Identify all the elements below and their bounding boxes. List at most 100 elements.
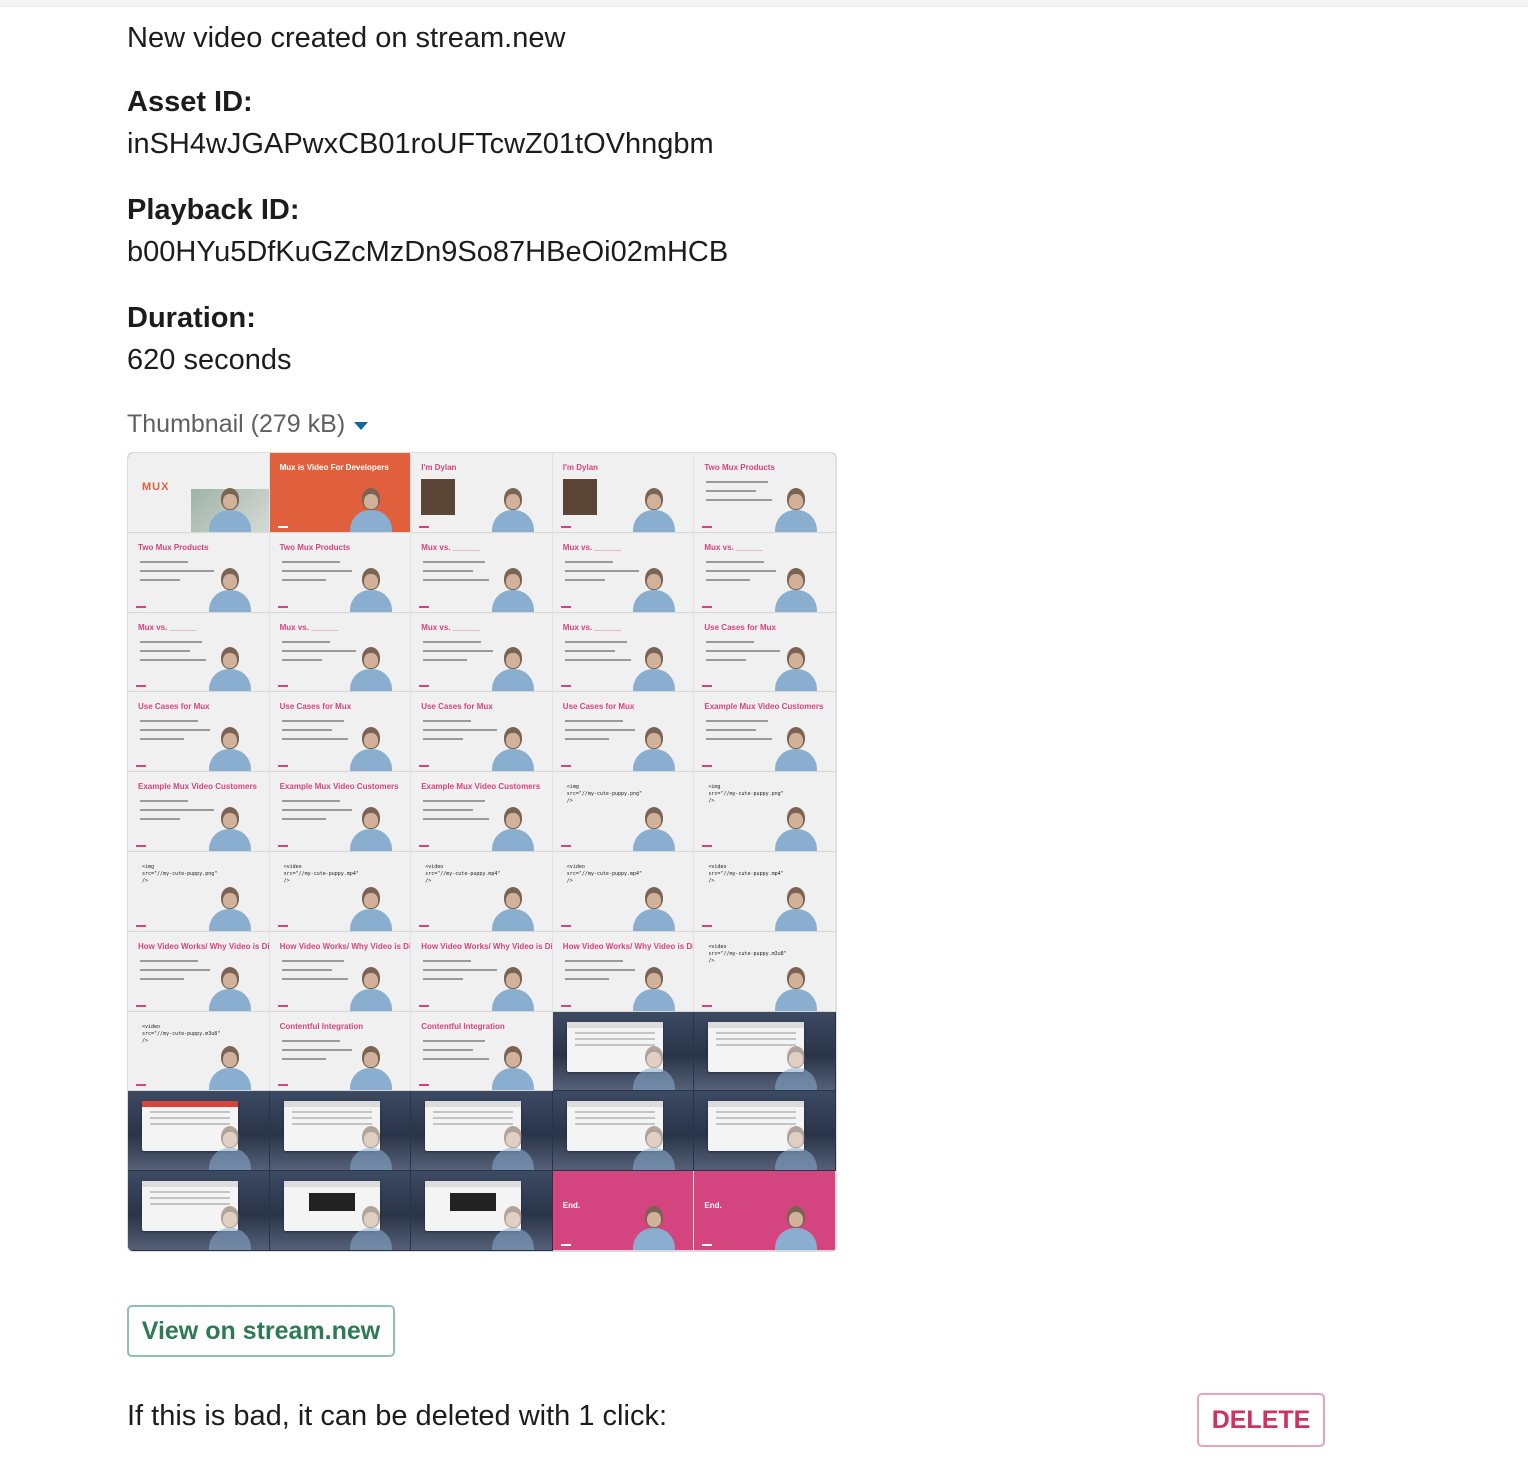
mux-footer-mark [560, 685, 571, 688]
presenter-figure [631, 963, 677, 1011]
thumbnail-frame: Mux vs. ______ [269, 612, 412, 693]
bullet-line [140, 809, 214, 812]
mux-footer-mark [277, 924, 288, 927]
frame-title: How Video Works/ Why Video is Difficult [279, 941, 412, 951]
mux-footer-mark [277, 1084, 288, 1087]
mux-footer-mark [419, 924, 430, 927]
bullet-line [140, 959, 198, 962]
presenter-figure [207, 643, 253, 692]
presenter-figure [207, 883, 253, 931]
thumbnail-label: Thumbnail (279 kB) [127, 409, 346, 438]
bullet-line [706, 720, 769, 723]
bullet-line [140, 569, 214, 572]
thumbnail-frame [552, 1091, 695, 1172]
presenter-figure [631, 1202, 677, 1251]
bullet-line [706, 499, 773, 501]
mux-logo: MUX [142, 481, 170, 493]
presenter-figure [207, 564, 253, 612]
thumbnail-frame: Mux vs. ______ [552, 612, 695, 693]
thumbnail-frame: Example Mux Video Customers [128, 772, 270, 852]
mux-footer-mark [419, 845, 430, 847]
caret-down-icon[interactable] [354, 422, 369, 430]
thumbnail-frame [694, 1091, 836, 1172]
bullet-line [423, 809, 474, 812]
presenter-figure [631, 883, 677, 931]
bullet-line [281, 809, 352, 812]
thumbnail-frame: Mux vs. ______ [552, 532, 695, 613]
mux-footer-mark [136, 605, 146, 608]
thumbnail-frame: How Video Works/ Why Video is Difficult [411, 931, 553, 1012]
thumbnail-frame [411, 1171, 553, 1251]
presenter-figure [490, 484, 536, 532]
frame-title: Mux is Video For Developers [279, 463, 389, 472]
bullet-line [564, 578, 605, 581]
thumbnail-frame: Mux vs. ______ [411, 532, 553, 613]
thumbnail-frame: Two Mux Products [694, 453, 836, 533]
mux-footer-mark [419, 1004, 430, 1007]
presenter-figure [348, 643, 394, 692]
bullet-line [281, 1039, 340, 1042]
presenter-figure [631, 484, 677, 532]
thumbnail-frame: Use Cases for Mux [411, 692, 553, 773]
bullet-line [423, 640, 482, 643]
presenter-figure [490, 1042, 536, 1091]
thumbnail-frame: <video src="//my-cute-puppy.mp4" /> [552, 852, 695, 932]
presenter-figure [348, 883, 394, 931]
thumbnail-frame: End. [694, 1171, 836, 1251]
frame-title: Two Mux Products [704, 463, 775, 472]
presenter-figure [773, 643, 819, 692]
bullet-line [281, 977, 348, 980]
bullet-line [281, 738, 348, 741]
frame-title: Mux vs. ______ [562, 542, 622, 552]
presenter-figure [348, 963, 394, 1011]
frame-title: End. [562, 1201, 581, 1211]
bullet-line [423, 1039, 486, 1042]
mux-footer-mark [702, 1244, 713, 1246]
mux-footer-mark [277, 605, 288, 608]
thumbnail-frame: <video src="//my-cute-puppy.m3u8" /> [694, 931, 836, 1012]
presenter-figure [207, 803, 253, 852]
bullet-line [281, 1057, 326, 1060]
thumbnail-frame [128, 1171, 270, 1251]
thumbnail-image[interactable]: MUX Mux is Video For Developers I'm Dylan I… [127, 452, 837, 1252]
bullet-line [564, 658, 631, 661]
bullet-line [423, 720, 472, 723]
thumbnail-frame: How Video Works/ Why Video is Difficult [552, 931, 695, 1012]
bullet-line [140, 578, 180, 581]
frame-title: Mux vs. ______ [421, 622, 480, 632]
frame-title: Use Cases for Mux [704, 622, 776, 632]
frame-title: End. [704, 1201, 722, 1211]
delete-button[interactable]: DELETE [1197, 1393, 1325, 1447]
message-body: New video created on stream.new Asset ID… [127, 18, 1367, 1252]
presenter-figure [348, 803, 394, 852]
thumbnail-frame: Mux vs. ______ [694, 532, 836, 613]
view-on-stream-new-button[interactable]: View on stream.new [127, 1305, 395, 1357]
thumbnail-toggle[interactable]: Thumbnail (279 kB) [127, 406, 1367, 442]
thumbnail-frame [411, 1091, 553, 1172]
duration-value: 620 seconds [127, 344, 292, 376]
thumbnail-frame [694, 1011, 836, 1092]
bullet-line [706, 560, 765, 563]
bullet-line [281, 578, 326, 581]
presenter-figure [490, 803, 536, 852]
thumbnail-frame: <img src="//my-cute-puppy.png" /> [694, 772, 836, 852]
bullet-line [423, 729, 498, 732]
thumbnail-frame: Example Mux Video Customers [411, 772, 553, 852]
mux-footer-mark [136, 1084, 146, 1087]
bullet-line [706, 649, 781, 652]
bullet-line [281, 640, 330, 643]
bullet-line [140, 729, 210, 732]
presenter-figure [490, 564, 536, 612]
mux-footer-mark [136, 924, 146, 927]
thumbnail-frame: <img src="//my-cute-puppy.png" /> [552, 772, 695, 852]
thumbnail-frame [552, 1011, 695, 1092]
bullet-line [281, 720, 344, 723]
presenter-figure [490, 643, 536, 692]
bullet-line [564, 738, 609, 741]
message-intro: New video created on stream.new [127, 22, 566, 54]
mux-footer-mark [560, 924, 571, 927]
mux-footer-mark [136, 1004, 146, 1007]
bullet-line [140, 968, 210, 971]
thumbnail-frame: Two Mux Products [269, 532, 412, 613]
bullet-line [281, 649, 356, 652]
